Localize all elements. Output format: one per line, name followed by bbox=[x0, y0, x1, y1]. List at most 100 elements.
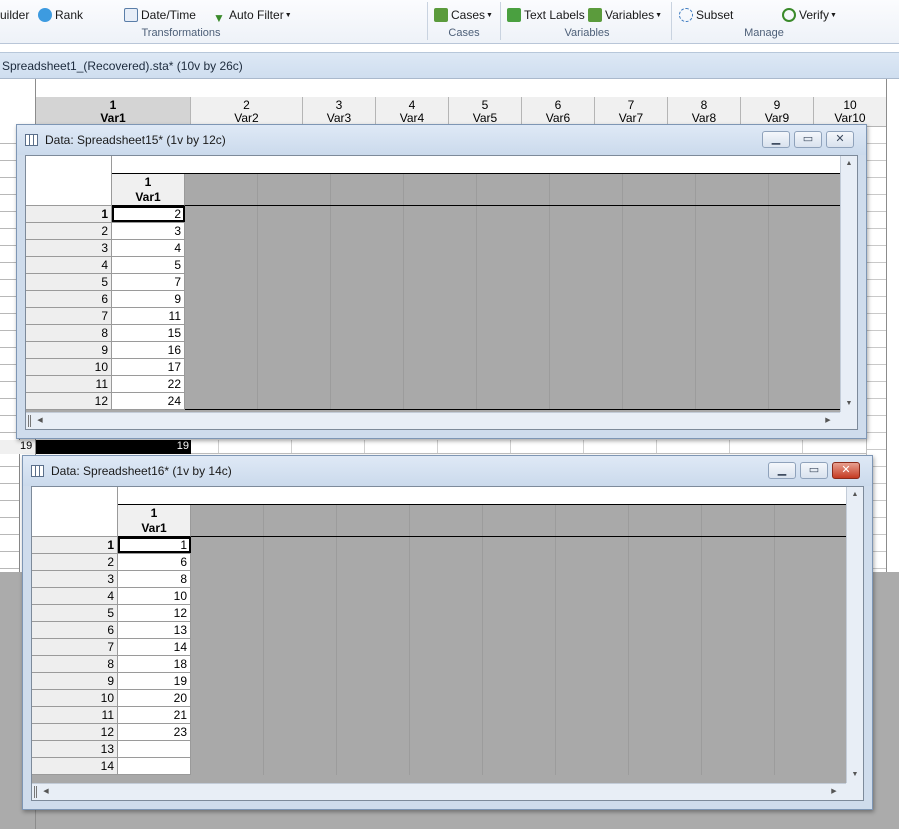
data-cell[interactable]: 16 bbox=[112, 342, 185, 358]
row-number[interactable]: 7 bbox=[32, 639, 118, 655]
row-number[interactable]: 11 bbox=[32, 707, 118, 723]
split-handle[interactable] bbox=[34, 786, 37, 798]
restore-button[interactable]: ▭ bbox=[800, 462, 828, 479]
ribbon-textlabels-button[interactable]: Text Labels bbox=[507, 7, 585, 23]
data-cell[interactable]: 7 bbox=[112, 274, 185, 290]
background-column-header[interactable]: 4 Var4 bbox=[376, 97, 449, 127]
data-cell[interactable]: 4 bbox=[112, 240, 185, 256]
column-header-var1[interactable]: 1 Var1 bbox=[118, 505, 191, 537]
row-number[interactable]: 12 bbox=[26, 393, 112, 409]
row-number[interactable]: 5 bbox=[26, 274, 112, 290]
ribbon-cases-button[interactable]: Cases▼ bbox=[434, 7, 493, 23]
background-column-header[interactable]: 8 Var8 bbox=[668, 97, 741, 127]
data-cell[interactable]: 8 bbox=[118, 571, 191, 587]
data-cell[interactable] bbox=[118, 758, 191, 774]
background-column-header[interactable]: 6 Var6 bbox=[522, 97, 595, 127]
background-column-header[interactable]: 10 Var10 bbox=[814, 97, 887, 127]
row-number[interactable]: 11 bbox=[26, 376, 112, 392]
scroll-up-icon[interactable]: ▲ bbox=[847, 489, 863, 501]
data-cell[interactable]: 9 bbox=[112, 291, 185, 307]
data-cell[interactable]: 23 bbox=[118, 724, 191, 740]
data-cell[interactable]: 13 bbox=[118, 622, 191, 638]
background-column-header[interactable]: 9 Var9 bbox=[741, 97, 814, 127]
row-number[interactable]: 10 bbox=[26, 359, 112, 375]
vertical-scrollbar[interactable]: ▲ ▼ bbox=[846, 487, 863, 783]
row-number[interactable]: 4 bbox=[32, 588, 118, 604]
data-cell[interactable]: 15 bbox=[112, 325, 185, 341]
row-number[interactable]: 1 bbox=[32, 537, 118, 553]
scroll-right-icon[interactable]: ▶ bbox=[822, 415, 834, 427]
data-cell[interactable]: 2 bbox=[112, 206, 185, 222]
row-number[interactable]: 1 bbox=[26, 206, 112, 222]
row-number[interactable]: 8 bbox=[32, 656, 118, 672]
data-cell[interactable]: 22 bbox=[112, 376, 185, 392]
vertical-scrollbar[interactable]: ▲ ▼ bbox=[840, 156, 857, 412]
row-number[interactable]: 2 bbox=[32, 554, 118, 570]
close-button[interactable]: ✕ bbox=[832, 462, 860, 479]
data-cell[interactable]: 11 bbox=[112, 308, 185, 324]
grid-corner[interactable] bbox=[32, 487, 118, 537]
scroll-up-icon[interactable]: ▲ bbox=[841, 158, 857, 170]
spreadsheet16-window[interactable]: Data: Spreadsheet16* (1v by 14c) ▁ ▭ ✕ 1… bbox=[22, 455, 873, 810]
ribbon-builder-button[interactable]: uilder bbox=[0, 7, 29, 23]
window-title-bar[interactable]: Data: Spreadsheet16* (1v by 14c) ▁ ▭ ✕ bbox=[23, 456, 872, 486]
background-column-header[interactable]: 5 Var5 bbox=[449, 97, 522, 127]
row-number[interactable]: 14 bbox=[32, 758, 118, 774]
horizontal-scrollbar[interactable]: ◀ ▶ bbox=[26, 412, 840, 429]
grid-corner[interactable] bbox=[26, 156, 112, 206]
row-number[interactable]: 13 bbox=[32, 741, 118, 757]
horizontal-scrollbar[interactable]: ◀ ▶ bbox=[32, 783, 846, 800]
background-sheet-title[interactable]: Spreadsheet1_(Recovered).sta* (10v by 26… bbox=[0, 52, 899, 79]
row-number[interactable]: 2 bbox=[26, 223, 112, 239]
selected-cell[interactable]: 19 bbox=[36, 440, 191, 454]
background-column-header[interactable]: 7 Var7 bbox=[595, 97, 668, 127]
row-number[interactable]: 10 bbox=[32, 690, 118, 706]
ribbon-datetime-button[interactable]: Date/Time bbox=[124, 7, 196, 23]
background-column-header[interactable]: 1 Var1 bbox=[36, 97, 191, 127]
ribbon-subset-button[interactable]: Subset bbox=[679, 7, 733, 23]
split-handle[interactable] bbox=[28, 415, 31, 427]
ribbon-variables-button[interactable]: Variables▼ bbox=[588, 7, 662, 23]
data-cell[interactable]: 14 bbox=[118, 639, 191, 655]
ribbon-rank-button[interactable]: Rank bbox=[38, 7, 83, 23]
data-cell[interactable]: 6 bbox=[118, 554, 191, 570]
size-grip[interactable] bbox=[846, 783, 863, 800]
row-number[interactable]: 3 bbox=[32, 571, 118, 587]
data-cell[interactable]: 18 bbox=[118, 656, 191, 672]
scroll-down-icon[interactable]: ▼ bbox=[841, 398, 857, 410]
row-number[interactable]: 8 bbox=[26, 325, 112, 341]
column-header-var1[interactable]: 1 Var1 bbox=[112, 174, 185, 206]
minimize-button[interactable]: ▁ bbox=[762, 131, 790, 148]
data-cell[interactable]: 19 bbox=[118, 673, 191, 689]
data-cell[interactable] bbox=[118, 741, 191, 757]
row-number[interactable]: 7 bbox=[26, 308, 112, 324]
row-number[interactable]: 9 bbox=[32, 673, 118, 689]
ribbon-verify-button[interactable]: Verify▼ bbox=[782, 7, 837, 23]
spreadsheet15-window[interactable]: Data: Spreadsheet15* (1v by 12c) ▁ ▭ ✕ 1… bbox=[16, 124, 867, 439]
row-number[interactable]: 6 bbox=[32, 622, 118, 638]
data-cell[interactable]: 17 bbox=[112, 359, 185, 375]
row-number[interactable]: 6 bbox=[26, 291, 112, 307]
close-button[interactable]: ✕ bbox=[826, 131, 854, 148]
minimize-button[interactable]: ▁ bbox=[768, 462, 796, 479]
row-number[interactable]: 12 bbox=[32, 724, 118, 740]
data-cell[interactable]: 3 bbox=[112, 223, 185, 239]
background-column-header[interactable]: 3 Var3 bbox=[303, 97, 376, 127]
restore-button[interactable]: ▭ bbox=[794, 131, 822, 148]
scroll-right-icon[interactable]: ▶ bbox=[828, 786, 840, 798]
size-grip[interactable] bbox=[840, 412, 857, 429]
data-cell[interactable]: 5 bbox=[112, 257, 185, 273]
scroll-left-icon[interactable]: ◀ bbox=[34, 415, 46, 427]
row-number[interactable]: 9 bbox=[26, 342, 112, 358]
scroll-left-icon[interactable]: ◀ bbox=[40, 786, 52, 798]
scroll-down-icon[interactable]: ▼ bbox=[847, 769, 863, 781]
data-cell[interactable]: 21 bbox=[118, 707, 191, 723]
data-cell[interactable]: 1 bbox=[118, 537, 191, 553]
ribbon-autofilter-button[interactable]: ▼ Auto Filter▼ bbox=[212, 7, 292, 25]
window-title-bar[interactable]: Data: Spreadsheet15* (1v by 12c) ▁ ▭ ✕ bbox=[17, 125, 866, 155]
data-cell[interactable]: 20 bbox=[118, 690, 191, 706]
data-cell[interactable]: 12 bbox=[118, 605, 191, 621]
row-number[interactable]: 4 bbox=[26, 257, 112, 273]
data-cell[interactable]: 10 bbox=[118, 588, 191, 604]
background-column-header[interactable]: 2 Var2 bbox=[191, 97, 303, 127]
